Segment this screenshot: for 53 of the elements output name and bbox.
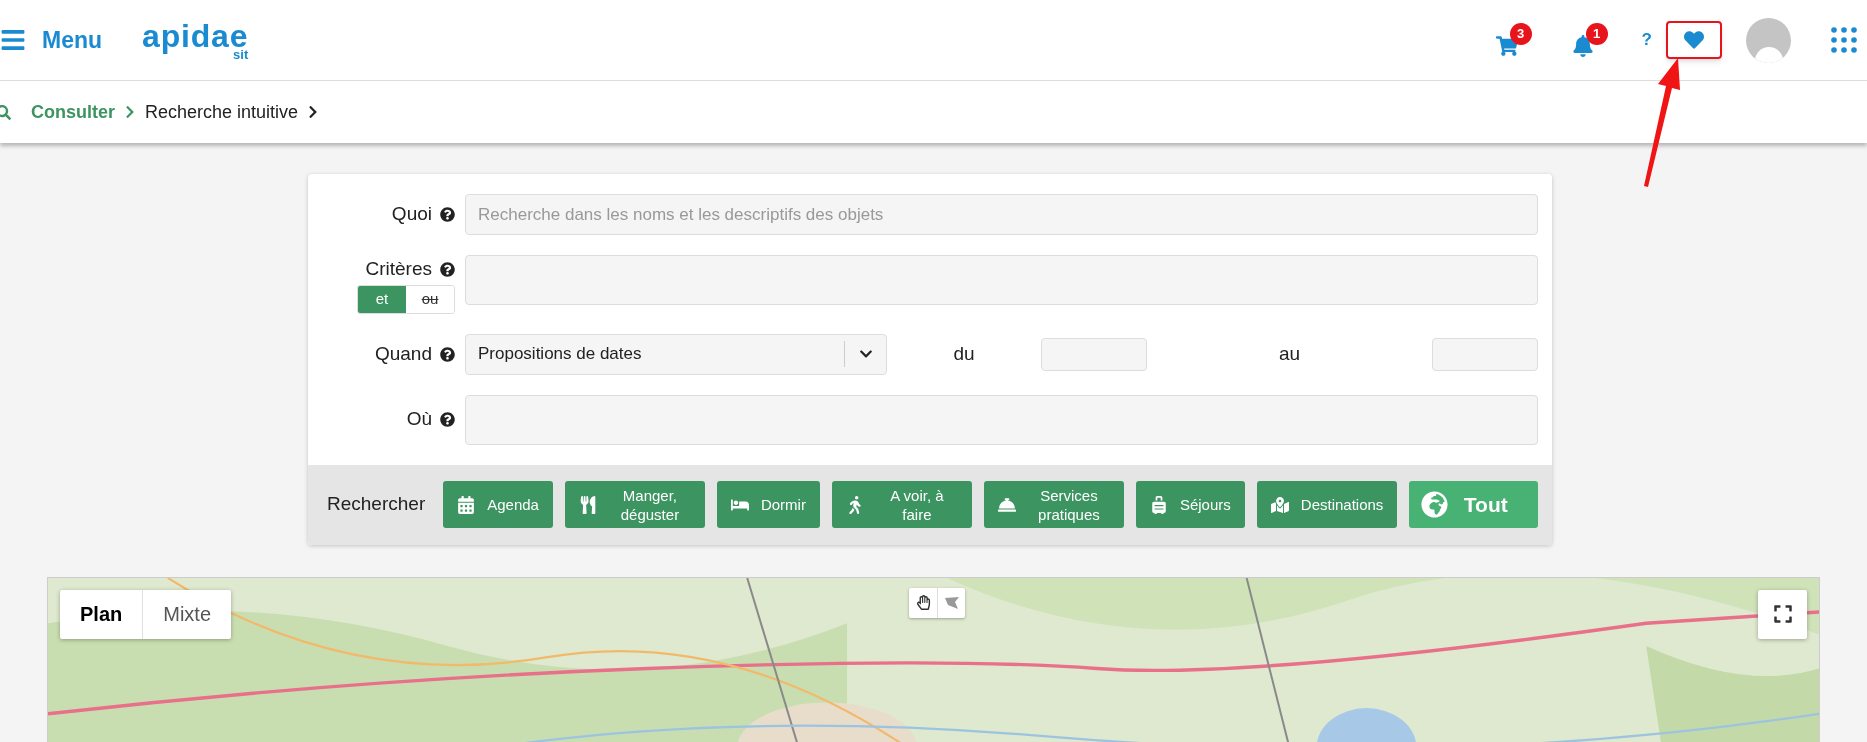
fullscreen-button[interactable] — [1758, 589, 1807, 639]
notifications-button[interactable]: 1 — [1571, 23, 1608, 57]
bell-icon — [1571, 35, 1594, 57]
apps-grid-icon[interactable] — [1831, 27, 1857, 53]
field-label: Critères — [365, 257, 432, 281]
fork-knife-icon — [578, 495, 597, 514]
logo[interactable]: apidaesit — [142, 19, 249, 61]
globe-icon — [1420, 491, 1448, 518]
help-icon[interactable] — [440, 412, 455, 427]
calendar-icon — [457, 495, 476, 514]
suitcase-icon — [1149, 495, 1168, 514]
map-type-tab[interactable]: Plan — [60, 589, 143, 639]
heart-icon — [1684, 30, 1704, 50]
breadcrumb-current: Recherche intuitive — [145, 100, 299, 124]
help-button[interactable]: ? — [1641, 27, 1652, 53]
date-from-label: du — [952, 341, 976, 366]
date-to-input-field[interactable] — [1432, 337, 1538, 371]
help-icon[interactable] — [440, 346, 455, 362]
fullscreen-icon — [1772, 604, 1793, 624]
menu-button[interactable]: Menu — [0, 22, 103, 58]
breadcrumb-link[interactable]: Consulter — [31, 98, 115, 126]
field-label: Quand — [374, 341, 432, 366]
favorites-button[interactable] — [1666, 21, 1722, 59]
cart-button[interactable]: 3 — [1495, 23, 1532, 57]
hand-icon — [915, 595, 931, 610]
field-label: Où — [406, 407, 432, 432]
search-all-button[interactable]: Tout — [1408, 481, 1538, 528]
cart-count-badge: 3 — [1509, 23, 1532, 45]
category-button[interactable]: Manger, déguster — [564, 481, 705, 528]
notification-count-badge: 1 — [1585, 23, 1608, 45]
category-button[interactable]: A voir, à faire — [831, 481, 972, 528]
category-button[interactable]: Services pratiques — [983, 481, 1124, 528]
category-button[interactable]: Agenda — [443, 481, 553, 528]
criteria-input-field[interactable] — [465, 255, 1538, 305]
category-button[interactable]: Dormir — [716, 481, 820, 528]
category-button[interactable]: Destinations — [1256, 481, 1397, 528]
date-preset-select[interactable]: Propositions de dates — [465, 333, 887, 375]
location-input-field[interactable] — [465, 394, 1538, 445]
category-button[interactable]: Séjours — [1135, 481, 1245, 528]
keyword-input-field[interactable]: Recherche dans les noms et les descriptifs des objets — [465, 194, 1538, 235]
map-type-tab[interactable]: Mixte — [142, 589, 232, 639]
menu-icon — [0, 27, 26, 53]
help-icon[interactable] — [440, 261, 455, 277]
help-icon[interactable] — [440, 207, 455, 222]
service-bell-icon — [997, 495, 1016, 514]
date-to-label: au — [1277, 341, 1302, 366]
date-from-input-field[interactable] — [1041, 337, 1147, 371]
search-icon — [0, 104, 11, 120]
toggle-option[interactable]: et — [358, 285, 406, 313]
search-label: Rechercher — [327, 492, 426, 517]
map-pin-icon — [1270, 495, 1289, 514]
field-label: Quoi — [391, 202, 432, 227]
polygon-icon — [943, 595, 960, 610]
